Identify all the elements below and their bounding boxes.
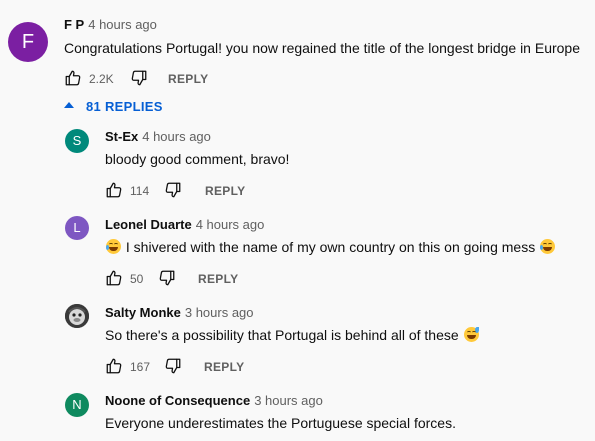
avatar[interactable]: N bbox=[65, 393, 89, 417]
reply-button[interactable]: REPLY bbox=[198, 272, 238, 286]
reply-text: So there's a possibility that Portugal i… bbox=[105, 327, 480, 343]
grinning-sweat-emoji-icon bbox=[463, 327, 479, 342]
like-count: 2.2K bbox=[89, 72, 114, 86]
reply-header: Leonel Duarte 4 hours ago bbox=[105, 217, 264, 232]
author-name[interactable]: St-Ex bbox=[105, 129, 138, 144]
timestamp[interactable]: 4 hours ago bbox=[142, 129, 211, 144]
replies-count-label: 81 REPLIES bbox=[86, 99, 163, 114]
avatar[interactable]: L bbox=[65, 216, 89, 240]
monkey-avatar-icon bbox=[65, 304, 89, 328]
like-count: 167 bbox=[130, 360, 151, 374]
like-icon[interactable] bbox=[105, 269, 123, 287]
reply-actions: 50 REPLY bbox=[105, 269, 265, 289]
author-name[interactable]: Salty Monke bbox=[105, 305, 181, 320]
tears-of-joy-emoji-icon bbox=[540, 239, 556, 254]
dislike-icon[interactable] bbox=[130, 69, 148, 87]
author-name[interactable]: F P bbox=[64, 17, 84, 32]
tears-of-joy-emoji-icon bbox=[106, 239, 121, 254]
reply-button[interactable]: REPLY bbox=[168, 72, 208, 86]
timestamp[interactable]: 4 hours ago bbox=[88, 17, 157, 32]
reply-text: bloody good comment, bravo! bbox=[105, 151, 290, 167]
reply-button[interactable]: REPLY bbox=[205, 184, 245, 198]
comment-thread: F F P 4 hours ago Congratulations Portuga… bbox=[0, 0, 595, 441]
caret-up-icon bbox=[64, 102, 74, 108]
like-icon[interactable] bbox=[105, 357, 123, 375]
avatar[interactable]: S bbox=[65, 129, 89, 153]
comment-text: Congratulations Portugal! you now regain… bbox=[64, 40, 581, 56]
reply-text: I shivered with the name of my own count… bbox=[105, 239, 556, 255]
reply-text: Everyone underestimates the Portuguese s… bbox=[105, 415, 456, 431]
dislike-icon[interactable] bbox=[164, 357, 182, 375]
timestamp[interactable]: 3 hours ago bbox=[254, 393, 323, 408]
author-name[interactable]: Leonel Duarte bbox=[105, 217, 192, 232]
dislike-icon[interactable] bbox=[164, 181, 182, 199]
dislike-icon[interactable] bbox=[158, 269, 176, 287]
comment-actions: 2.2K REPLY bbox=[64, 69, 264, 89]
comment-header: F P 4 hours ago bbox=[64, 17, 157, 32]
timestamp[interactable]: 3 hours ago bbox=[185, 305, 254, 320]
reply-text-content: I shivered with the name of my own count… bbox=[125, 239, 536, 255]
avatar[interactable] bbox=[65, 304, 89, 328]
author-name[interactable]: Noone of Consequence bbox=[105, 393, 250, 408]
like-icon[interactable] bbox=[64, 69, 82, 87]
like-count: 50 bbox=[130, 272, 144, 286]
reply-actions: 114 REPLY bbox=[105, 181, 265, 201]
avatar[interactable]: F bbox=[8, 22, 48, 62]
reply-actions: 167 REPLY bbox=[105, 357, 265, 377]
reply-header: Noone of Consequence 3 hours ago bbox=[105, 393, 323, 408]
reply-header: Salty Monke 3 hours ago bbox=[105, 305, 254, 320]
reply-text-content: So there's a possibility that Portugal i… bbox=[105, 327, 459, 343]
timestamp[interactable]: 4 hours ago bbox=[196, 217, 265, 232]
reply-button[interactable]: REPLY bbox=[204, 360, 244, 374]
like-count: 114 bbox=[130, 184, 150, 198]
reply-header: St-Ex 4 hours ago bbox=[105, 129, 211, 144]
like-icon[interactable] bbox=[105, 181, 123, 199]
